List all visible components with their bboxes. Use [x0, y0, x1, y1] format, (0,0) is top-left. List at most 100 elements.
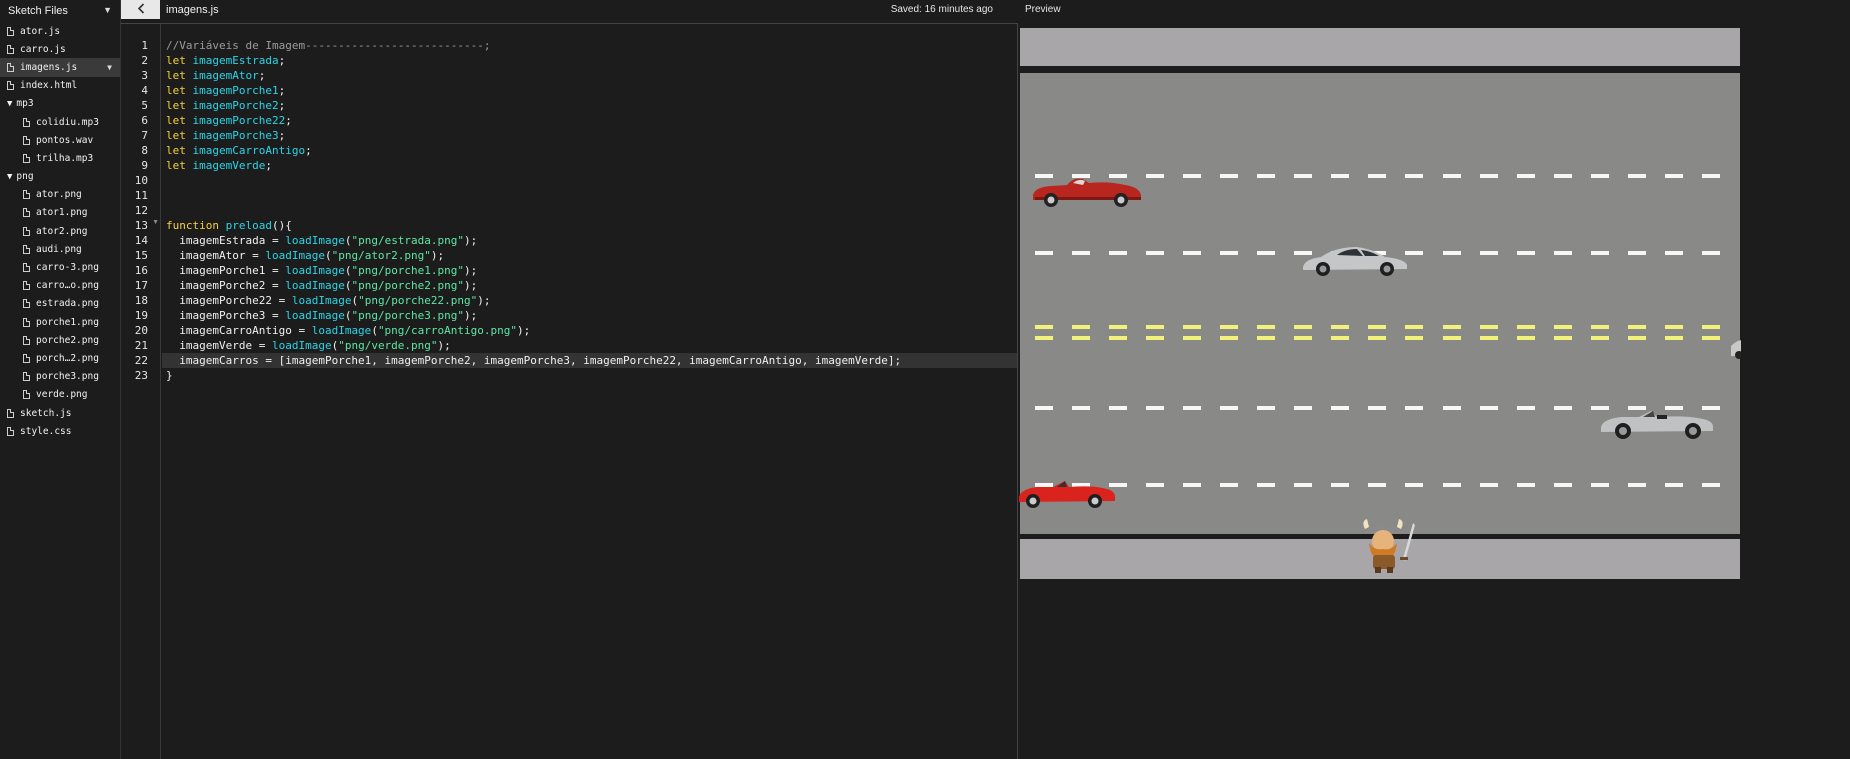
folder-item[interactable]: ▼ png: [0, 168, 120, 186]
code-line[interactable]: let imagemPorche3;: [162, 128, 1017, 143]
file-item[interactable]: porch…2.png: [0, 349, 120, 367]
file-label: png: [16, 171, 34, 183]
file-item[interactable]: colidiu.mp3: [0, 113, 120, 131]
lane-dash: [1146, 251, 1165, 255]
code-token: "png/porche3.png": [351, 309, 465, 322]
file-item[interactable]: porche3.png: [0, 368, 120, 386]
file-explorer-sidebar: Sketch Files ▼ ator.js carro.js imagens.js…: [0, 0, 121, 759]
code-token: );: [477, 294, 491, 307]
file-item[interactable]: trilha.mp3: [0, 149, 120, 167]
code-line[interactable]: let imagemPorche22;: [162, 113, 1017, 128]
lane-dash: [1701, 251, 1720, 255]
file-options-icon[interactable]: ▼: [107, 63, 112, 72]
code-line[interactable]: let imagemAtor;: [162, 68, 1017, 83]
lane-dash: [1553, 406, 1572, 410]
code-line[interactable]: let imagemCarroAntigo;: [162, 143, 1017, 158]
lane-dash: [1220, 174, 1239, 178]
code-line[interactable]: imagemAtor = loadImage("png/ator2.png");: [162, 248, 1017, 263]
line-number: 1: [141, 39, 148, 52]
code-token: imagemCarroAntigo: [192, 144, 306, 157]
code-token: }: [166, 369, 173, 382]
lane-dash: [1331, 483, 1350, 487]
file-item[interactable]: imagens.js ▼: [0, 58, 120, 77]
file-label: pontos.wav: [36, 134, 94, 146]
code-token: ;: [278, 99, 286, 112]
code-token: (){: [271, 219, 292, 232]
file-icon: [23, 299, 30, 309]
file-item[interactable]: index.html: [0, 77, 120, 95]
sketch-files-header[interactable]: Sketch Files ▼: [0, 0, 120, 22]
fold-toggle-icon[interactable]: ▼: [152, 219, 159, 226]
file-item[interactable]: carro-3.png: [0, 258, 120, 276]
file-list: ator.js carro.js imagens.js ▼ index.html ▼ mp3…: [0, 22, 120, 440]
code-token: loadImage: [285, 264, 345, 277]
file-item[interactable]: audi.png: [0, 240, 120, 258]
code-line[interactable]: let imagemPorche1;: [162, 83, 1017, 98]
preview-canvas[interactable]: [1019, 27, 1741, 579]
lane-dash: [1035, 251, 1053, 255]
code-line[interactable]: let imagemPorche2;: [162, 98, 1017, 113]
code-line[interactable]: imagemPorche3 = loadImage("png/porche3.p…: [162, 308, 1017, 323]
code-line[interactable]: //Variáveis de Imagem-------------------…: [162, 38, 1017, 53]
code-line[interactable]: [162, 203, 1017, 218]
code-line[interactable]: [162, 188, 1017, 203]
yellow-lane-dash: [1035, 336, 1053, 340]
folder-expand-icon[interactable]: ▼: [7, 172, 12, 182]
file-item[interactable]: ator.js: [0, 22, 120, 40]
code-line[interactable]: imagemCarroAntigo = loadImage("png/carro…: [162, 323, 1017, 338]
lane-dash: [1516, 406, 1535, 410]
file-item[interactable]: ator1.png: [0, 204, 120, 222]
code-token: imagemCarroAntigo =: [166, 324, 312, 337]
file-icon: [7, 44, 14, 54]
yellow-lane-dash: [1405, 325, 1424, 329]
lane-dash: [1405, 174, 1424, 178]
file-item[interactable]: ator.png: [0, 186, 120, 204]
file-item[interactable]: porche2.png: [0, 331, 120, 349]
lane-dash: [1183, 406, 1202, 410]
file-item[interactable]: verde.png: [0, 386, 120, 404]
collapse-sidebar-button[interactable]: [121, 0, 160, 19]
yellow-lane-dash: [1146, 336, 1165, 340]
code-line[interactable]: }: [162, 368, 1017, 383]
code-line[interactable]: imagemPorche22 = loadImage("png/porche22…: [162, 293, 1017, 308]
lane-dash: [1553, 483, 1572, 487]
file-item[interactable]: porche1.png: [0, 313, 120, 331]
code-area[interactable]: //Variáveis de Imagem-------------------…: [162, 24, 1017, 759]
caret-down-icon[interactable]: ▼: [103, 5, 112, 15]
vintage-red-car: [1029, 173, 1145, 209]
file-label: ator.png: [36, 189, 82, 201]
code-line[interactable]: imagemPorche1 = loadImage("png/porche1.p…: [162, 263, 1017, 278]
file-item[interactable]: sketch.js: [0, 404, 120, 422]
code-token: imagemPorche2: [192, 99, 279, 112]
line-number-gutter: 1 2 3 4 5 6 7 8 9 10 11 12 13 ▼ 14 15 16 17 18 19 20 21 22 23: [121, 24, 161, 759]
line-number: 21: [134, 339, 148, 352]
code-line[interactable]: imagemVerde = loadImage("png/verde.png")…: [162, 338, 1017, 353]
lane-dash: [1257, 483, 1276, 487]
lane-dash: [1442, 406, 1461, 410]
file-icon: [7, 408, 14, 418]
file-item[interactable]: ator2.png: [0, 222, 120, 240]
file-item[interactable]: carro…o.png: [0, 277, 120, 295]
folder-item[interactable]: ▼ mp3: [0, 95, 120, 113]
file-icon: [23, 135, 30, 145]
file-item[interactable]: style.css: [0, 422, 120, 440]
code-line[interactable]: function preload(){: [162, 218, 1017, 233]
code-line[interactable]: imagemCarros = [imagemPorche1, imagemPor…: [162, 353, 1017, 368]
code-line[interactable]: imagemEstrada = loadImage("png/estrada.p…: [162, 233, 1017, 248]
code-line[interactable]: let imagemEstrada;: [162, 53, 1017, 68]
code-token: loadImage: [271, 339, 332, 352]
line-number: 2: [141, 54, 148, 67]
file-item[interactable]: carro.js: [0, 40, 120, 58]
code-line[interactable]: imagemPorche2 = loadImage("png/porche2.p…: [162, 278, 1017, 293]
file-item[interactable]: estrada.png: [0, 295, 120, 313]
lane-dash: [1627, 251, 1646, 255]
file-item[interactable]: pontos.wav: [0, 131, 120, 149]
chevron-left-icon: [137, 2, 145, 17]
code-editor[interactable]: 1 2 3 4 5 6 7 8 9 10 11 12 13 ▼ 14 15 16 17 18 19 20 21 22 23 /…: [121, 23, 1018, 759]
code-line[interactable]: [162, 173, 1017, 188]
yellow-lane-dash: [1368, 325, 1387, 329]
file-label: porche2.png: [36, 334, 99, 346]
folder-expand-icon[interactable]: ▼: [7, 99, 12, 109]
lane-dash: [1220, 251, 1239, 255]
code-line[interactable]: let imagemVerde;: [162, 158, 1017, 173]
